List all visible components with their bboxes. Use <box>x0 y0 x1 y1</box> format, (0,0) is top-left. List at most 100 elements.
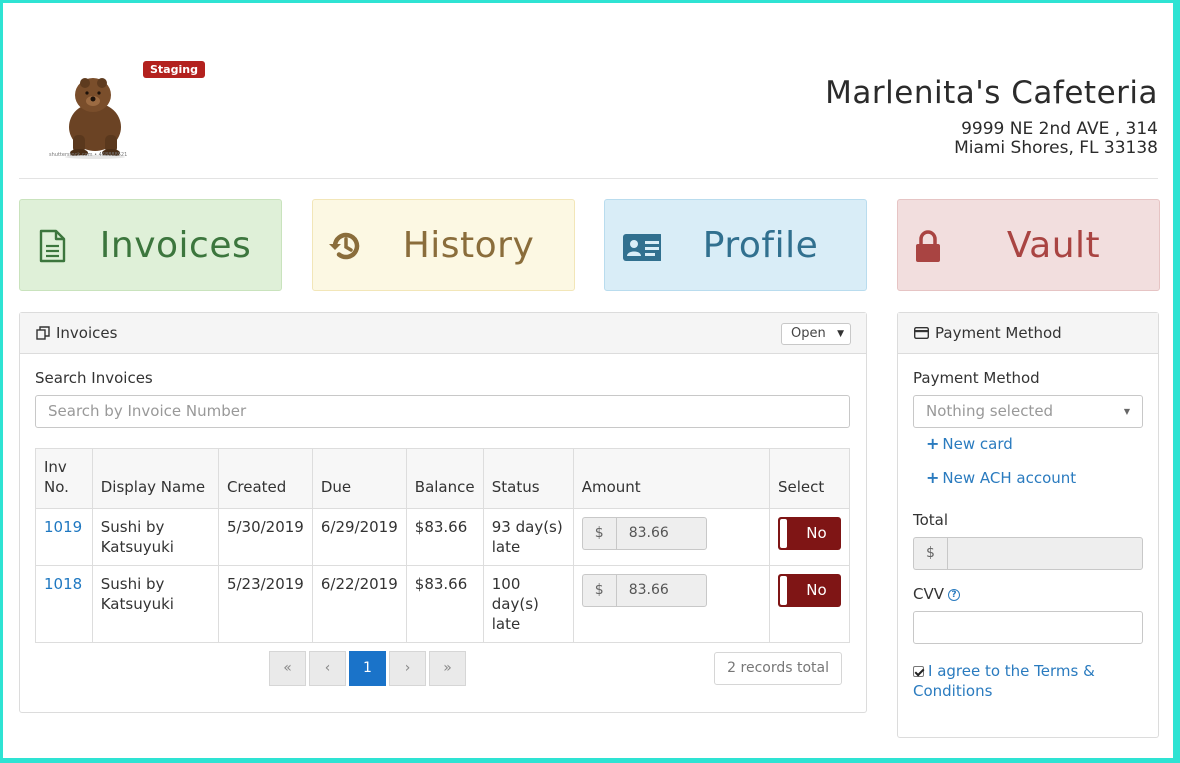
question-circle-icon[interactable]: ? <box>948 588 960 601</box>
nav-tile-history[interactable]: History <box>312 199 575 291</box>
business-name: Marlenita's Cafeteria <box>825 75 1158 111</box>
table-row: 1018 Sushi by Katsuyuki 5/23/2019 6/22/2… <box>35 565 850 643</box>
payment-panel-title-text: Payment Method <box>935 324 1062 342</box>
records-total: 2 records total <box>714 652 842 685</box>
nav-tile-profile[interactable]: Profile <box>604 199 867 291</box>
payment-panel-title: Payment Method <box>914 324 1062 342</box>
page-next-button[interactable]: › <box>389 651 426 686</box>
new-ach-link[interactable]: + New ACH account <box>926 468 1076 487</box>
new-card-link[interactable]: + New card <box>926 434 1013 453</box>
nav-tile-vault[interactable]: Vault <box>897 199 1160 291</box>
address-line-2: Miami Shores, FL 33138 <box>954 138 1158 158</box>
toggle-knob <box>780 519 787 548</box>
total-input-group: $ <box>913 537 1143 570</box>
toggle-knob <box>780 576 787 605</box>
due-cell: 6/29/2019 <box>311 508 407 566</box>
terms-link[interactable]: I agree to the Terms & Conditions <box>913 662 1095 700</box>
address-line-1: 9999 NE 2nd AVE , 314 <box>961 119 1158 139</box>
copy-icon <box>36 326 50 340</box>
table-row: 1019 Sushi by Katsuyuki 5/30/2019 6/29/2… <box>35 508 850 566</box>
page-current-button[interactable]: 1 <box>349 651 386 686</box>
amount-input-group: $ 83.66 <box>581 517 707 550</box>
document-icon <box>39 229 66 263</box>
select-cell: No <box>769 565 850 643</box>
toggle-label: No <box>806 581 827 599</box>
amount-input[interactable]: 83.66 <box>615 517 707 550</box>
invoice-number-cell: 1019 <box>35 508 93 566</box>
invoices-panel-title-text: Invoices <box>56 324 118 342</box>
lock-icon <box>916 230 940 262</box>
created-cell: 5/30/2019 <box>217 508 313 566</box>
status-filter-value: Open <box>791 326 826 341</box>
terms-checkbox[interactable] <box>913 666 924 677</box>
header-divider <box>19 178 1158 179</box>
currency-addon: $ <box>581 517 616 550</box>
bear-logo <box>65 78 125 159</box>
nav-tile-invoices[interactable]: Invoices <box>19 199 282 291</box>
due-cell: 6/22/2019 <box>311 565 407 643</box>
pagination: « ‹ 1 › » <box>269 651 466 686</box>
invoices-table: Inv No. Display Name Created Due Balance… <box>35 448 850 643</box>
caret-down-icon: ▼ <box>837 329 844 339</box>
total-input <box>947 537 1143 570</box>
col-balance: Balance <box>405 448 484 509</box>
plus-icon: + <box>926 434 940 453</box>
amount-input[interactable]: 83.66 <box>615 574 707 607</box>
total-currency-addon: $ <box>913 537 947 570</box>
plus-icon: + <box>926 468 940 487</box>
col-due: Due <box>311 448 407 509</box>
nav-tile-label: Invoices <box>99 224 252 266</box>
col-inv-no: Inv No. <box>35 448 93 509</box>
invoice-number-link[interactable]: 1019 <box>44 518 82 536</box>
invoice-number-cell: 1018 <box>35 565 93 643</box>
history-icon <box>329 232 360 260</box>
payment-panel-header: Payment Method <box>898 313 1158 354</box>
status-cell: 93 day(s) late <box>482 508 574 566</box>
page-first-button[interactable]: « <box>269 651 306 686</box>
select-toggle[interactable]: No <box>778 574 841 607</box>
staging-badge: Staging <box>143 61 205 78</box>
col-display-name: Display Name <box>91 448 219 509</box>
balance-cell: $83.66 <box>405 508 484 566</box>
amount-cell: $ 83.66 <box>572 508 771 566</box>
status-filter-select[interactable]: Open ▼ <box>781 323 851 345</box>
display-name-cell: Sushi by Katsuyuki <box>91 508 219 566</box>
total-label: Total <box>913 511 949 529</box>
new-card-text: New card <box>942 434 1013 453</box>
status-cell: 100 day(s) late <box>482 565 574 643</box>
page-prev-button[interactable]: ‹ <box>309 651 346 686</box>
col-status: Status <box>482 448 574 509</box>
nav-tile-label: History <box>402 224 535 266</box>
nav-tile-label: Vault <box>1006 224 1101 266</box>
amount-cell: $ 83.66 <box>572 565 771 643</box>
col-select: Select <box>769 448 850 509</box>
currency-addon: $ <box>581 574 616 607</box>
search-invoices-input[interactable]: Search by Invoice Number <box>35 395 850 428</box>
cvv-input[interactable] <box>913 611 1143 644</box>
terms-agreement[interactable]: I agree to the Terms & Conditions <box>913 661 1113 701</box>
payment-method-value: Nothing selected <box>926 402 1054 420</box>
select-cell: No <box>769 508 850 566</box>
table-header-row: Inv No. Display Name Created Due Balance… <box>35 448 850 509</box>
invoices-panel-header: Invoices Open ▼ <box>20 313 866 354</box>
search-invoices-label: Search Invoices <box>35 369 153 387</box>
logo-caption: shutterstock.com • 468888521 <box>49 152 128 158</box>
payment-panel: Payment Method Payment Method Nothing se… <box>897 312 1159 738</box>
toggle-label: No <box>806 524 827 542</box>
invoices-panel: Invoices Open ▼ Search Invoices Search b… <box>19 312 867 713</box>
created-cell: 5/23/2019 <box>217 565 313 643</box>
col-created: Created <box>217 448 313 509</box>
balance-cell: $83.66 <box>405 565 484 643</box>
new-ach-text: New ACH account <box>942 468 1077 487</box>
cvv-label: CVV? <box>913 585 960 603</box>
amount-input-group: $ 83.66 <box>581 574 707 607</box>
invoices-panel-title: Invoices <box>36 324 117 342</box>
invoice-number-link[interactable]: 1018 <box>44 575 82 593</box>
select-toggle[interactable]: No <box>778 517 841 550</box>
display-name-cell: Sushi by Katsuyuki <box>91 565 219 643</box>
payment-method-select[interactable]: Nothing selected ▼ <box>913 395 1143 428</box>
cvv-label-text: CVV <box>913 585 944 603</box>
page-frame: shutterstock.com • 468888521 Staging Mar… <box>3 3 1173 758</box>
payment-method-label: Payment Method <box>913 369 1040 387</box>
page-last-button[interactable]: » <box>429 651 466 686</box>
